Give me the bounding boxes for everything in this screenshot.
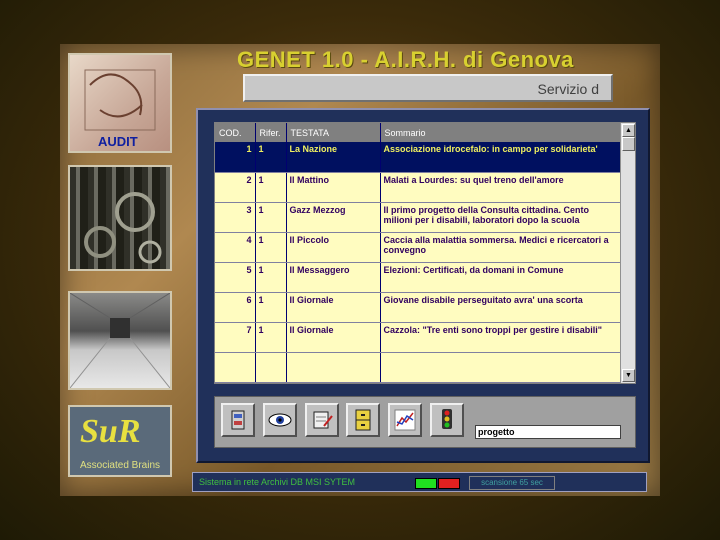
- scroll-up-icon[interactable]: ▲: [622, 124, 635, 137]
- vertical-scrollbar[interactable]: ▲ ▼: [620, 123, 635, 383]
- eye-icon: [268, 413, 292, 427]
- cell-cod: 6: [215, 292, 256, 323]
- app-title: GENET 1.0 - A.I.R.H. di Genova: [237, 47, 574, 72]
- table-row[interactable]: 7 1 Il Giornale Cazzola: "Tre enti sono tro…: [215, 322, 622, 353]
- table-header-row: COD. Rifer. TESTATA Sommario: [215, 123, 622, 142]
- cell-sommario: Giovane disabile perseguitato avra' una …: [380, 292, 622, 323]
- cell-sommario: Caccia alla malattia sommersa. Medici e …: [380, 232, 622, 263]
- cell-cod: [215, 352, 256, 383]
- cell-rifer: 1: [255, 172, 287, 203]
- hall-image[interactable]: [68, 291, 172, 390]
- scan-interval: scansione 65 sec: [469, 476, 555, 490]
- cell-cod: 5: [215, 262, 256, 293]
- cell-testata: [286, 352, 381, 383]
- logo-label: Associated Brains: [79, 460, 161, 471]
- edit-button[interactable]: [305, 403, 339, 437]
- cell-testata: Gazz Mezzog: [286, 202, 381, 233]
- service-label: Servizio d: [537, 81, 599, 97]
- cell-sommario: [380, 352, 622, 383]
- cell-testata: Il Messaggero: [286, 262, 381, 293]
- green-status-icon: [415, 478, 437, 489]
- cell-cod: 7: [215, 322, 256, 353]
- archive-button[interactable]: [346, 403, 380, 437]
- table-row[interactable]: 6 1 Il Giornale Giovane disabile perseguita…: [215, 292, 622, 323]
- scroll-down-icon[interactable]: ▼: [622, 369, 635, 382]
- table-row[interactable]: 2 1 Il Mattino Malati a Lourdes: su quel tr…: [215, 172, 622, 203]
- cell-testata: Il Giornale: [286, 322, 381, 353]
- cell-testata: La Nazione: [286, 142, 381, 173]
- table-row[interactable]: 4 1 Il Piccolo Caccia alla malattia sommers…: [215, 232, 622, 263]
- red-status-icon: [438, 478, 460, 489]
- view-button[interactable]: [263, 403, 297, 437]
- status-text: Sistema in rete Archivi DB MSI SYTEM: [199, 477, 356, 487]
- service-bar: Servizio d: [243, 74, 613, 102]
- audit-button[interactable]: AUDIT: [68, 53, 172, 153]
- cell-testata: Il Mattino: [286, 172, 381, 203]
- scroll-thumb[interactable]: [622, 137, 635, 151]
- cell-rifer: 1: [255, 142, 287, 173]
- gears-image[interactable]: [68, 165, 172, 271]
- search-input[interactable]: [475, 425, 621, 439]
- cell-testata: Il Piccolo: [286, 232, 381, 263]
- traffic-light-button[interactable]: [430, 403, 464, 437]
- cell-rifer: 1: [255, 232, 287, 263]
- drawers-icon: [355, 409, 371, 431]
- cell-rifer: 1: [255, 202, 287, 233]
- table-row[interactable]: 5 1 Il Messaggero Elezioni: Certificati, da…: [215, 262, 622, 293]
- cell-testata: Il Giornale: [286, 292, 381, 323]
- cell-sommario: Malati a Lourdes: su quel treno dell'amo…: [380, 172, 622, 203]
- brand-mark: SuR: [80, 413, 141, 450]
- cell-rifer: [255, 352, 287, 383]
- notepad-icon: [313, 411, 333, 429]
- cell-cod: 1: [215, 142, 256, 173]
- cell-sommario: Elezioni: Certificati, da domani in Comu…: [380, 262, 622, 293]
- statistics-button[interactable]: [388, 403, 422, 437]
- gears-icon: [84, 192, 162, 264]
- chart-icon: [394, 409, 416, 431]
- traffic-light-icon: [442, 409, 452, 429]
- cell-sommario: Associazione idrocefalo: in campo per so…: [380, 142, 622, 173]
- corridor-icon: [70, 293, 170, 388]
- cell-cod: 4: [215, 232, 256, 263]
- toolbar: [214, 396, 636, 448]
- cell-cod: 2: [215, 172, 256, 203]
- cell-sommario: Il primo progetto della Consulta cittadi…: [380, 202, 622, 233]
- cell-sommario: Cazzola: "Tre enti sono troppi per gesti…: [380, 322, 622, 353]
- cell-cod: 3: [215, 202, 256, 233]
- cell-rifer: 1: [255, 322, 287, 353]
- cabinet-icon: [231, 410, 245, 430]
- audit-label: AUDIT: [98, 134, 138, 149]
- table-row[interactable]: [215, 352, 622, 383]
- column-header-rifer[interactable]: Rifer.: [255, 123, 287, 142]
- records-table: COD. Rifer. TESTATA Sommario 1 1 La Nazion…: [215, 123, 622, 383]
- associated-brains-logo[interactable]: SuR Associated Brains: [68, 405, 172, 477]
- cell-rifer: 1: [255, 262, 287, 293]
- column-header-sommario[interactable]: Sommario: [380, 123, 622, 142]
- data-grid: COD. Rifer. TESTATA Sommario 1 1 La Nazion…: [214, 122, 636, 384]
- status-bar: Sistema in rete Archivi DB MSI SYTEM sca…: [192, 472, 647, 492]
- cabinet-button[interactable]: [221, 403, 255, 437]
- table-row[interactable]: 1 1 La Nazione Associazione idrocefalo: in …: [215, 142, 622, 173]
- table-row[interactable]: 3 1 Gazz Mezzog Il primo progetto della Con…: [215, 202, 622, 233]
- column-header-testata[interactable]: TESTATA: [286, 123, 381, 142]
- cell-rifer: 1: [255, 292, 287, 323]
- column-header-cod[interactable]: COD.: [215, 123, 256, 142]
